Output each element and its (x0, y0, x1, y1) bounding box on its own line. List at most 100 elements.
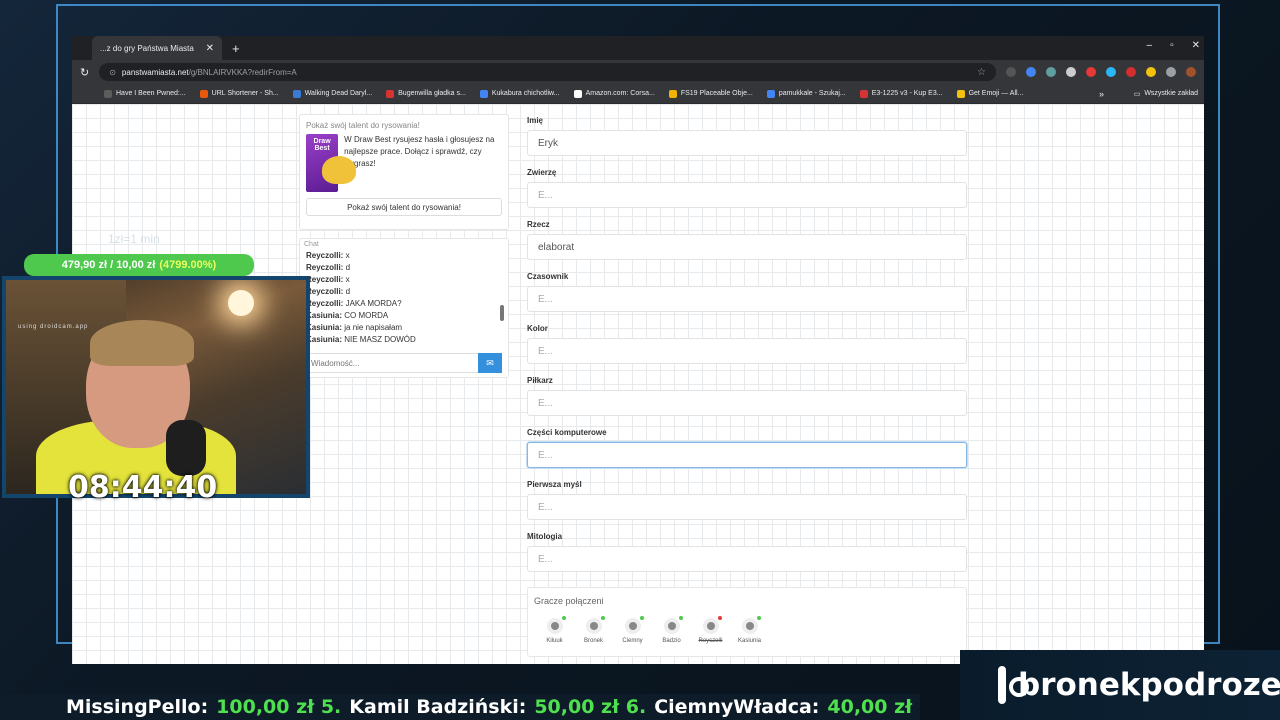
chat-message: Kasiunia: CO MORDA (306, 310, 496, 322)
site-info-icon[interactable]: ⊙ (109, 68, 116, 77)
field-label: Piłkarz (527, 376, 553, 385)
user-icon (585, 616, 605, 634)
field-label: Czasownik (527, 272, 569, 281)
bookmark-label: Get Emoji — All... (968, 90, 1024, 97)
extension-icon[interactable] (1066, 67, 1076, 77)
extension-icon[interactable] (1026, 67, 1036, 77)
chat-scrollbar[interactable] (500, 243, 504, 323)
status-dot (561, 616, 566, 620)
answer-input[interactable] (527, 234, 967, 260)
field-label: Pierwsza myśl (527, 480, 582, 489)
folder-icon: ▭ (1133, 90, 1141, 98)
answer-input[interactable] (527, 390, 967, 416)
player-name: Bronek (583, 638, 603, 644)
window-controls: – ▫ ✕ (1147, 40, 1201, 51)
player-item: Ciemny (620, 616, 645, 644)
chat-text: CO MORDA (342, 311, 389, 320)
bookmarks-overflow-icon[interactable]: » (1099, 89, 1104, 99)
answer-input[interactable] (527, 130, 967, 156)
extension-icon[interactable] (1006, 67, 1016, 77)
bookmark-label: pamukkale - Szukaj... (778, 90, 846, 97)
all-bookmarks-label: Wszystkie zakład (1144, 90, 1198, 97)
close-window-button[interactable]: ✕ (1192, 40, 1200, 51)
webcam-watermark: using droidcam.app (18, 324, 89, 330)
bookmark-label: Walking Dead Daryl... (304, 90, 373, 97)
send-message-icon[interactable]: ✉ (478, 353, 502, 373)
chat-username: Kasiunia: (306, 311, 343, 320)
chat-scroll-thumb[interactable] (500, 305, 504, 321)
player-item: Kasiunia (737, 616, 762, 644)
bookmark-item[interactable]: Have I Been Pwned:... (104, 89, 186, 98)
status-dot (678, 616, 683, 620)
user-icon (702, 616, 722, 634)
donation-amount: 479,90 zł / 10,00 zł (61, 259, 156, 271)
answer-input[interactable] (527, 546, 967, 572)
user-icon (546, 616, 566, 634)
stream-clock: 08:44:40 (68, 470, 218, 505)
bookmark-item[interactable]: Amazon.com: Corsa... (573, 89, 655, 98)
minimize-button[interactable]: – (1147, 40, 1153, 51)
chat-text: d (343, 263, 351, 272)
bookmark-item[interactable]: E3-1225 v3 - Kup E3... (859, 89, 943, 98)
extension-icon[interactable] (1106, 67, 1116, 77)
reload-icon[interactable]: ↻ (80, 66, 89, 79)
answer-input[interactable] (527, 286, 967, 312)
bookmarks-bar: Have I Been Pwned:... URL Shortener - Sh.… (72, 84, 1204, 104)
player-name: Reyczolli (698, 638, 723, 644)
bookmark-favicon-icon (859, 89, 868, 98)
field-label: Części komputerowe (527, 428, 607, 437)
player-item: Badzio (659, 616, 684, 644)
all-bookmarks-folder[interactable]: ▭ Wszystkie zakład (1134, 90, 1198, 98)
chat-message: Reyczolli: x (306, 250, 496, 262)
answers-form: Imię Zwierzę Rzecz Czasownik Kolor Piłkarz Czę… (527, 116, 969, 584)
status-dot (717, 616, 722, 620)
bookmark-label: E3-1225 v3 - Kup E3... (871, 90, 943, 97)
extension-icon[interactable] (1126, 67, 1136, 77)
bookmark-star-icon[interactable]: ☆ (977, 67, 986, 78)
chat-message-input[interactable] (304, 353, 478, 373)
bookmark-label: Have I Been Pwned:... (116, 90, 186, 97)
extension-icon[interactable] (1146, 67, 1156, 77)
bookmark-item[interactable]: URL Shortener - Sh... (199, 89, 279, 98)
bookmark-label: Bugenwilla gładka s... (398, 90, 466, 97)
tab-close-icon[interactable]: ✕ (206, 43, 214, 54)
bookmark-item[interactable]: Kukabura chichotliw... (479, 89, 560, 98)
bookmark-item[interactable]: Bugenwilla gładka s... (386, 89, 466, 98)
bookmark-label: URL Shortener - Sh... (211, 90, 279, 97)
bookmark-item[interactable]: FS19 Placeable Obje... (668, 89, 753, 98)
extension-icon[interactable] (1086, 67, 1096, 77)
bookmark-favicon-icon (104, 89, 112, 98)
status-dot (639, 616, 644, 620)
chat-title: Chat (304, 241, 319, 248)
chat-text: JAKA MORDA? (343, 299, 402, 308)
new-tab-button[interactable]: + (232, 41, 240, 56)
chat-text: NIE MASZ DOWÓD (342, 335, 416, 342)
players-list: Kiluuk Bronek Ciemny Badzio Reyczolli Kasiuni… (534, 616, 960, 644)
chat-username: Kasiunia: (306, 335, 343, 342)
chat-message: Reyczolli: d (306, 286, 496, 298)
profile-avatar[interactable] (1186, 67, 1196, 77)
player-item: Bronek (581, 616, 606, 644)
bookmark-label: FS19 Placeable Obje... (680, 90, 753, 97)
answer-input[interactable] (527, 182, 967, 208)
chat-username: Kasiunia: (306, 323, 343, 332)
answer-input[interactable] (527, 338, 967, 364)
bookmark-item[interactable]: Get Emoji — All... (956, 89, 1024, 98)
answer-input[interactable] (527, 494, 967, 520)
promo-image[interactable]: Draw Best (306, 134, 356, 192)
maximize-button[interactable]: ▫ (1170, 40, 1174, 51)
tab-title: ...z do gry Państwa Miasta (100, 43, 194, 53)
chat-username: Reyczolli: (306, 287, 344, 296)
chat-text: x (343, 251, 350, 260)
extensions-puzzle-icon[interactable] (1166, 67, 1176, 77)
answer-input[interactable] (527, 442, 967, 468)
promo-button[interactable]: Pokaż swój talent do rysowania! (306, 198, 502, 216)
extension-icon[interactable] (1046, 67, 1056, 77)
ticker-donor-name: Kamil Badziński: (349, 696, 527, 718)
bookmark-item[interactable]: Walking Dead Daryl... (292, 89, 373, 98)
chat-username: Reyczolli: (306, 299, 344, 308)
tab-active[interactable]: ...z do gry Państwa Miasta ✕ (92, 36, 222, 60)
promo-card: Pokaż swój talent do rysowania! Draw Bes… (299, 114, 509, 230)
url-field[interactable]: ⊙ panstwamiasta.net/g/BNLAIRVKKA?redirFr… (99, 63, 996, 81)
bookmark-item[interactable]: pamukkale - Szukaj... (766, 89, 846, 98)
